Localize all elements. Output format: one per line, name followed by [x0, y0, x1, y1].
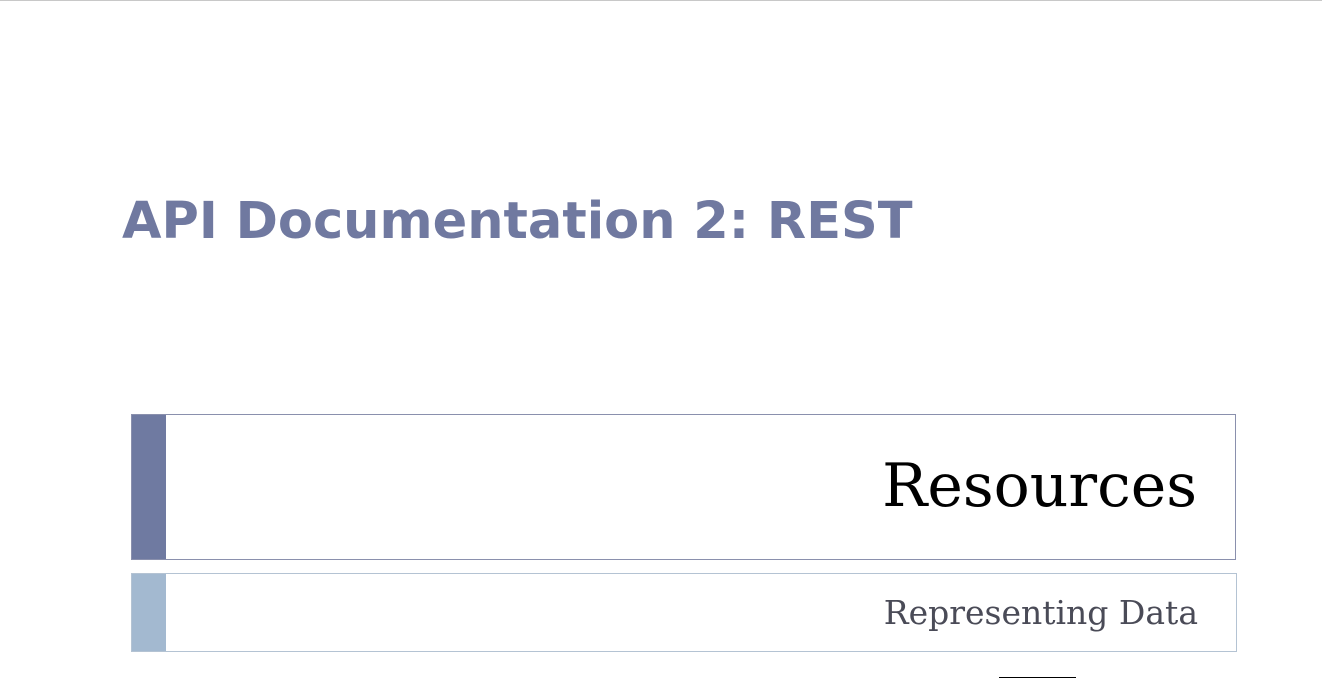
section-subtitle-accent-bar [132, 574, 166, 651]
section-title: Resources [882, 451, 1197, 521]
section-subtitle-box: Representing Data [131, 573, 1237, 652]
slide: API Documentation 2: REST Resources Repr… [0, 0, 1322, 678]
section-title-accent-bar [132, 415, 166, 559]
section-subtitle: Representing Data [883, 593, 1198, 632]
section-title-box: Resources [131, 414, 1236, 560]
deck-title: API Documentation 2: REST [122, 192, 913, 251]
